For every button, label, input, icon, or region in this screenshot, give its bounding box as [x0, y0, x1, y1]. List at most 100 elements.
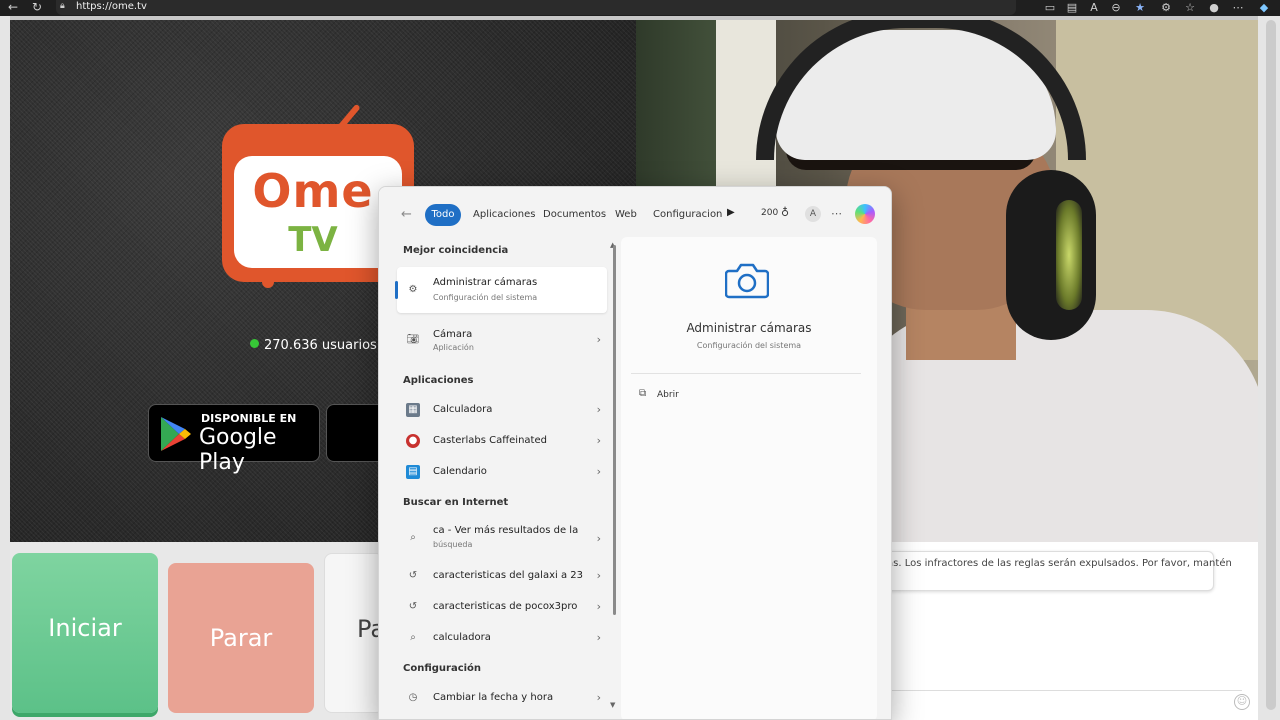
more-options-icon[interactable]: ⋯: [831, 207, 842, 220]
result-title: Cámara: [433, 329, 473, 340]
start-button[interactable]: Iniciar: [12, 553, 158, 713]
selection-accent: [395, 281, 398, 299]
result-calendario[interactable]: ▤ Calendario ›: [397, 457, 607, 487]
chevron-right-icon: ›: [596, 403, 601, 416]
result-calculadora-app[interactable]: ▦ Calculadora ›: [397, 395, 607, 425]
extensions-icon[interactable]: ⚙: [1156, 0, 1176, 16]
chat-input[interactable]: [892, 690, 1242, 691]
tab-icon[interactable]: ▭: [1040, 0, 1060, 16]
history-icon: ↺: [408, 570, 418, 581]
open-external-icon[interactable]: ⧉: [639, 388, 646, 399]
logo-text-ome: Ome: [252, 164, 374, 218]
google-play-top-text: DISPONIBLE EN: [201, 412, 297, 425]
results-scrollbar[interactable]: [613, 245, 616, 615]
result-detail-pane: Administrar cámaras Configuración del si…: [621, 237, 877, 719]
back-arrow-icon[interactable]: ←: [401, 207, 412, 222]
result-camara[interactable]: 📷︎ Cámara Aplicación ›: [397, 325, 607, 355]
windows-search-panel: ← Todo Aplicaciones Documentos Web Confi…: [378, 186, 892, 720]
stop-button[interactable]: Parar: [168, 563, 314, 713]
url-text[interactable]: https://ome.tv: [76, 1, 147, 12]
headphone-light: [1056, 200, 1082, 310]
detail-subtitle: Configuración del sistema: [696, 341, 802, 350]
google-play-icon: [161, 417, 191, 451]
camera-app-icon: 📷︎: [406, 334, 420, 345]
search-icon: ⌕: [410, 632, 416, 643]
result-web-ca[interactable]: ⌕ ca - Ver más resultados de la búsqueda…: [397, 521, 607, 557]
result-title: Calculadora: [433, 404, 493, 415]
online-dot-icon: [250, 339, 259, 348]
logo-text-tv: TV: [288, 220, 338, 260]
search-results-list: Mejor coincidencia ⚙ Administrar cámaras…: [389, 235, 615, 719]
result-web-calculadora[interactable]: ⌕ calculadora ›: [397, 623, 607, 653]
result-cambiar-fecha[interactable]: ◷ Cambiar la fecha y hora ›: [397, 683, 607, 713]
more-icon[interactable]: ⋯: [1228, 0, 1248, 16]
result-administrar-camaras[interactable]: ⚙ Administrar cámaras Configuración del …: [395, 267, 607, 313]
emoji-icon[interactable]: ☺: [1234, 694, 1250, 710]
settings-gear-icon: ⚙: [408, 284, 418, 295]
rules-message: as. Los infractores de las reglas serán …: [880, 551, 1232, 591]
copilot-icon[interactable]: ◆: [1254, 0, 1274, 16]
detail-title: Administrar cámaras: [686, 321, 812, 335]
divider: [631, 373, 861, 374]
avatar[interactable]: A: [805, 206, 821, 222]
back-icon[interactable]: ←: [4, 0, 22, 16]
headphone-cup: [1006, 170, 1096, 340]
result-subtitle: Configuración del sistema: [433, 293, 538, 302]
open-action[interactable]: Abrir: [657, 390, 679, 400]
section-config: Configuración: [403, 663, 482, 674]
result-subtitle: búsqueda: [433, 540, 473, 549]
google-play-badge[interactable]: DISPONIBLE EN Google Play: [148, 404, 320, 475]
section-best-match: Mejor coincidencia: [403, 245, 509, 256]
lock-icon[interactable]: 🔒︎: [60, 1, 65, 11]
translate-icon[interactable]: A: [1084, 0, 1104, 16]
trophy-icon[interactable]: ♁: [781, 206, 789, 219]
google-play-bottom-text: Google Play: [199, 425, 277, 475]
tab-documentos[interactable]: Documentos: [535, 204, 614, 226]
reader-icon[interactable]: ▤: [1062, 0, 1082, 16]
search-icon: ⌕: [410, 532, 416, 543]
result-title: caracteristicas de pocox3pro: [433, 601, 578, 612]
rewards-points[interactable]: 200: [761, 208, 778, 218]
rules-text: as. Los infractores de las reglas serán …: [887, 558, 1232, 569]
calendar-icon: ▤: [406, 465, 420, 479]
section-apps: Aplicaciones: [403, 375, 474, 386]
result-title: Administrar cámaras: [433, 277, 538, 288]
result-title: Calendario: [433, 466, 487, 477]
search-tabs-bar: ← Todo Aplicaciones Documentos Web Confi…: [379, 187, 891, 231]
more-tabs-icon[interactable]: ▶: [727, 207, 735, 218]
result-web-galaxi[interactable]: ↺ caracteristicas del galaxi a 23 ›: [397, 561, 607, 591]
tab-configuracion[interactable]: Configuracion: [645, 204, 730, 226]
app-store-badge[interactable]: [326, 404, 386, 462]
result-casterlabs[interactable]: ● Casterlabs Caffeinated ›: [397, 426, 607, 456]
reload-icon[interactable]: ↻: [28, 0, 46, 16]
chevron-right-icon: ›: [596, 569, 601, 582]
clock-settings-icon: ◷: [408, 692, 418, 703]
favorite-star-icon[interactable]: ★: [1130, 0, 1150, 16]
calculator-icon: ▦: [406, 403, 420, 417]
section-web: Buscar en Internet: [403, 497, 509, 508]
block-icon[interactable]: ⊖: [1106, 0, 1126, 16]
profile-icon[interactable]: ●: [1204, 0, 1224, 16]
chevron-right-icon: ›: [596, 600, 601, 613]
page-scrollbar[interactable]: [1266, 20, 1276, 710]
page-frame-left: [0, 16, 10, 720]
tab-todo[interactable]: Todo: [425, 204, 461, 226]
chevron-right-icon: ›: [596, 691, 601, 704]
chevron-right-icon: ›: [596, 434, 601, 447]
chevron-right-icon: ›: [596, 333, 601, 346]
result-title: ca - Ver más resultados de la: [433, 525, 579, 536]
address-bar[interactable]: 🔒︎ https://ome.tv: [56, 0, 1016, 15]
chevron-right-icon: ›: [596, 465, 601, 478]
result-web-poco[interactable]: ↺ caracteristicas de pocox3pro ›: [397, 592, 607, 622]
result-title: Cambiar la fecha y hora: [433, 692, 554, 703]
casterlabs-icon: ●: [406, 434, 420, 448]
copilot-icon[interactable]: [855, 204, 875, 224]
favorites-icon[interactable]: ☆: [1180, 0, 1200, 16]
browser-toolbar: ← ↻ 🔒︎ https://ome.tv ▭ ▤ A ⊖ ★ ⚙ ☆ ● ⋯ …: [0, 0, 1280, 16]
tab-web[interactable]: Web: [607, 204, 645, 226]
scroll-down-icon[interactable]: ▼: [610, 701, 615, 709]
history-icon: ↺: [408, 601, 418, 612]
chevron-right-icon: ›: [596, 631, 601, 644]
tab-aplicaciones[interactable]: Aplicaciones: [465, 204, 543, 226]
pause-button[interactable]: Pa: [324, 553, 385, 713]
